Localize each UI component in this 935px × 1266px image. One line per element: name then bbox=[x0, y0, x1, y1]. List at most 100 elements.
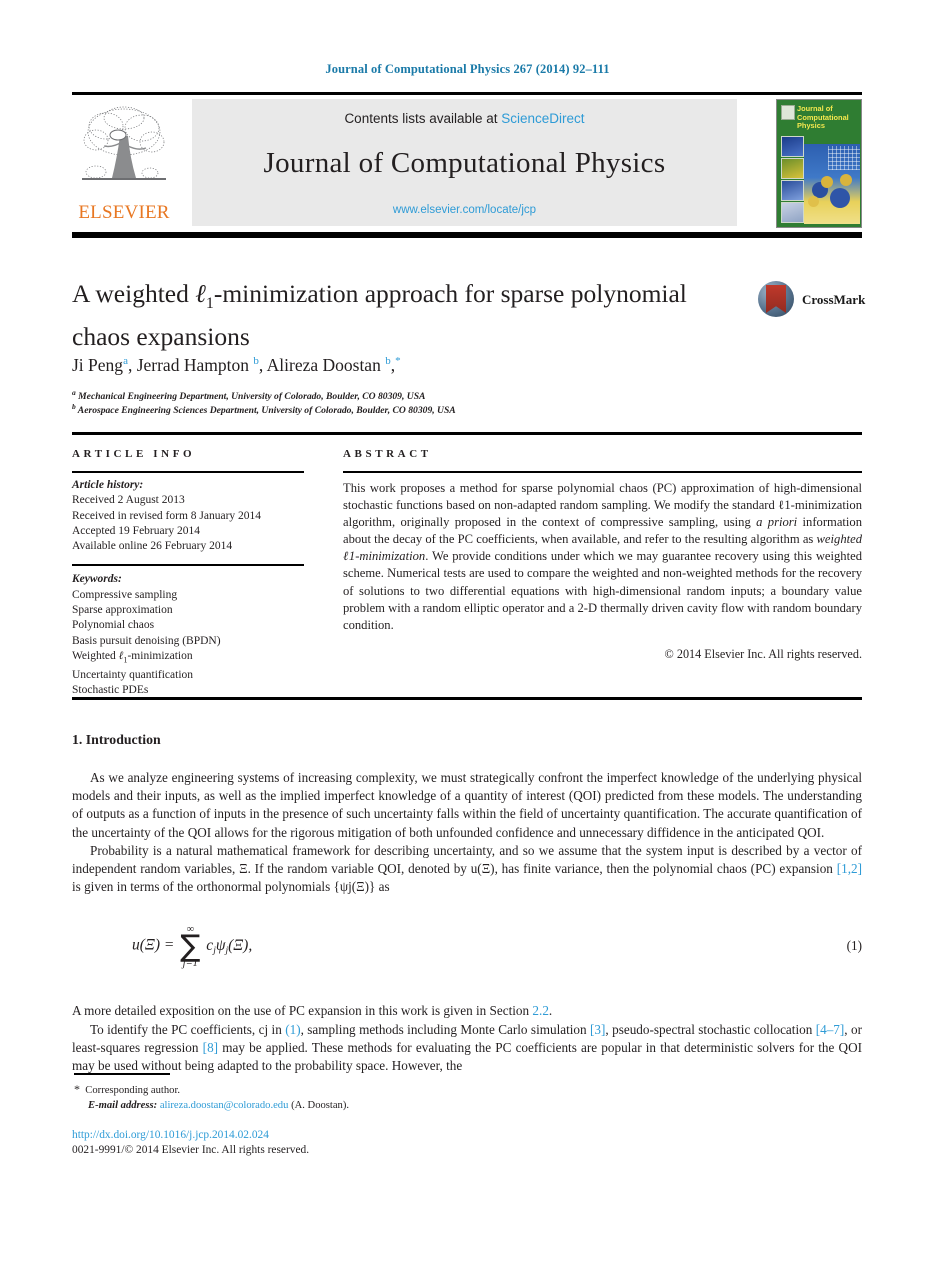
contents-available-line: Contents lists available at ScienceDirec… bbox=[192, 111, 737, 126]
equation-1-expression: u(Ξ) = ∞ ∑ j=1 cjψj(Ξ), bbox=[132, 924, 252, 968]
doi-link[interactable]: http://dx.doi.org/10.1016/j.jcp.2014.02.… bbox=[72, 1128, 309, 1143]
masthead-bottom-rule bbox=[72, 232, 862, 238]
cover-blob bbox=[840, 174, 852, 186]
keyword-item: Weighted ℓ1-minimization bbox=[72, 649, 193, 665]
affiliation-b-marker: b bbox=[72, 402, 76, 411]
crossmark-bookmark-icon bbox=[766, 285, 786, 313]
keywords-block: Keywords: Compressive sampling Sparse ap… bbox=[72, 572, 304, 698]
equation-1-number: (1) bbox=[846, 938, 862, 954]
abstract-heading: ABSTRACT bbox=[343, 448, 432, 460]
paragraph-4: To identify the PC coefficients, cj in (… bbox=[72, 1021, 862, 1074]
cover-blob bbox=[808, 196, 819, 207]
footnote-star: * bbox=[74, 1082, 80, 1096]
crossmark-circle-icon bbox=[758, 281, 794, 317]
email-note: E-mail address: alireza.doostan@colorado… bbox=[74, 1099, 594, 1114]
article-info-heading: ARTICLE INFO bbox=[72, 448, 196, 460]
page-title: A weighted ℓ1-minimization approach for … bbox=[72, 277, 732, 353]
abstract-column: ABSTRACT This work proposes a method for… bbox=[343, 448, 862, 662]
elsevier-logo: ELSEVIER bbox=[72, 99, 176, 226]
footer-identifiers: http://dx.doi.org/10.1016/j.jcp.2014.02.… bbox=[72, 1128, 309, 1159]
affiliation-a-marker: a bbox=[72, 388, 76, 397]
cover-badge-icon bbox=[781, 105, 795, 120]
contents-prefix: Contents lists available at bbox=[344, 111, 502, 126]
article-info-underline bbox=[72, 471, 304, 473]
affiliation-b-text: Aerospace Engineering Sciences Departmen… bbox=[77, 405, 456, 417]
equation-rhs: cjψj(Ξ), bbox=[206, 936, 253, 956]
crossmark-badge[interactable]: CrossMark bbox=[758, 281, 866, 319]
contents-band: Contents lists available at ScienceDirec… bbox=[192, 99, 737, 226]
journal-title: Journal of Computational Physics bbox=[263, 147, 666, 179]
equation-1-block: u(Ξ) = ∞ ∑ j=1 cjψj(Ξ), (1) bbox=[72, 910, 862, 1002]
article-info-column: ARTICLE INFO Article history: Received 2… bbox=[72, 448, 304, 698]
keyword-item: Compressive sampling bbox=[72, 588, 178, 601]
crossmark-label: CrossMark bbox=[802, 292, 866, 307]
section-heading-introduction: 1. Introduction bbox=[72, 732, 161, 747]
title-line-2: chaos expansions bbox=[72, 322, 250, 352]
cover-mesh-graphic bbox=[828, 146, 860, 170]
citation-link[interactable]: [8] bbox=[203, 1040, 218, 1055]
paragraph-1: As we analyze engineering systems of inc… bbox=[72, 770, 862, 840]
article-history-label: Article history: bbox=[72, 479, 144, 491]
keyword-item: Sparse approximation bbox=[72, 604, 173, 617]
paragraph-2: Probability is a natural mathematical fr… bbox=[72, 842, 862, 895]
history-item: Available online 26 February 2014 bbox=[72, 540, 233, 553]
sciencedirect-link[interactable]: ScienceDirect bbox=[501, 111, 584, 126]
keyword-item: Basis pursuit denoising (BPDN) bbox=[72, 634, 221, 647]
paragraph-3: A more detailed exposition on the use of… bbox=[72, 1003, 553, 1019]
equation-lhs: u(Ξ) = bbox=[132, 936, 175, 954]
sigma-glyph: ∑ bbox=[180, 928, 201, 964]
issn-copyright-line: 0021-9991/© 2014 Elsevier Inc. All right… bbox=[72, 1144, 310, 1157]
cover-strip-1 bbox=[781, 136, 804, 157]
summation-lower-limit: j=1 bbox=[182, 957, 198, 969]
title-ell-subscript: 1 bbox=[205, 295, 214, 313]
equation-ref-link[interactable]: (1) bbox=[285, 1022, 300, 1037]
citation-link[interactable]: [4–7] bbox=[816, 1022, 845, 1037]
keyword-item: Uncertainty quantification bbox=[72, 668, 194, 681]
email-label: E-mail address: bbox=[88, 1099, 158, 1111]
cover-title-text: Journal of Computational Physics bbox=[797, 104, 849, 131]
paper-page: Journal of Computational Physics 267 (20… bbox=[0, 0, 935, 1266]
title-part-b: -minimization approach for sparse polyno… bbox=[213, 279, 687, 308]
history-item: Received 2 August 2013 bbox=[72, 494, 185, 507]
abstract-bottom-rule bbox=[72, 697, 862, 700]
article-history-block: Article history: Received 2 August 2013 … bbox=[72, 478, 304, 554]
elsevier-tree-icon bbox=[82, 106, 166, 180]
keywords-label: Keywords: bbox=[72, 573, 122, 586]
info-top-rule bbox=[72, 432, 862, 435]
citation-link[interactable]: [3] bbox=[590, 1022, 605, 1037]
history-item: Received in revised form 8 January 2014 bbox=[72, 509, 262, 522]
author-list: Ji Penga, Jerrad Hampton b, Alireza Doos… bbox=[72, 355, 401, 375]
cover-strip-4 bbox=[781, 202, 804, 223]
abstract-copyright: © 2014 Elsevier Inc. All rights reserved… bbox=[664, 646, 862, 661]
masthead-top-rule bbox=[72, 92, 862, 95]
journal-cover-thumbnail: Journal of Computational Physics bbox=[776, 99, 862, 228]
cover-blob bbox=[830, 188, 850, 208]
affiliation-a: a Mechanical Engineering Department, Uni… bbox=[72, 388, 425, 402]
cover-blob bbox=[821, 176, 833, 188]
body-column: 1. Introduction As we analyze engineerin… bbox=[72, 732, 862, 1075]
abstract-underline bbox=[343, 471, 862, 473]
journal-masthead: ELSEVIER Contents lists available at Sci… bbox=[72, 99, 862, 228]
footnote-block: * Corresponding author. E-mail address: … bbox=[74, 1082, 594, 1113]
affiliation-a-text: Mechanical Engineering Department, Unive… bbox=[78, 391, 426, 403]
citation-link[interactable]: [1,2] bbox=[837, 861, 862, 876]
summation-symbol: ∞ ∑ j=1 bbox=[180, 925, 200, 969]
email-suffix: (A. Doostan). bbox=[291, 1099, 350, 1111]
running-head: Journal of Computational Physics 267 (20… bbox=[325, 62, 610, 76]
title-ell-symbol: ℓ bbox=[195, 279, 206, 308]
corresponding-author-text: Corresponding author. bbox=[85, 1085, 181, 1096]
footnote-rule bbox=[74, 1073, 170, 1075]
affiliation-b: b Aerospace Engineering Sciences Departm… bbox=[72, 402, 456, 416]
section-ref-link[interactable]: 2.2 bbox=[532, 1003, 548, 1018]
keyword-item: Stochastic PDEs bbox=[72, 683, 149, 696]
cover-artwork bbox=[804, 144, 860, 224]
abstract-italic: a priori bbox=[756, 515, 798, 530]
cover-strip-2 bbox=[781, 158, 804, 179]
history-item: Accepted 19 February 2014 bbox=[72, 524, 201, 537]
abstract-text: This work proposes a method for sparse p… bbox=[343, 481, 863, 632]
keywords-divider bbox=[72, 564, 304, 567]
elsevier-wordmark: ELSEVIER bbox=[78, 202, 170, 223]
cover-strip-3 bbox=[781, 180, 804, 201]
email-link[interactable]: alireza.doostan@colorado.edu bbox=[160, 1100, 289, 1111]
journal-url-link[interactable]: www.elsevier.com/locate/jcp bbox=[192, 204, 737, 216]
